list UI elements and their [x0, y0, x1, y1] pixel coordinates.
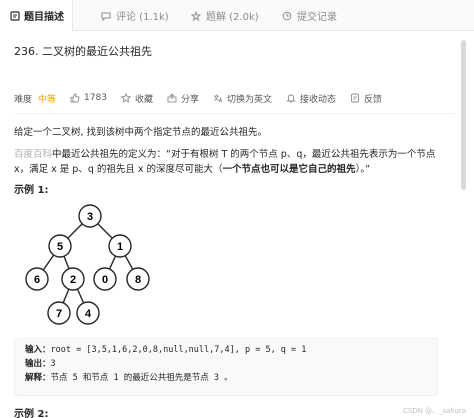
- share-icon: [167, 93, 177, 103]
- star-icon: [120, 93, 131, 103]
- share-label: 分享: [180, 94, 199, 105]
- output-value: 3: [50, 359, 56, 369]
- tree-node: 4: [76, 301, 100, 325]
- tree-node-label: 1: [117, 241, 123, 253]
- tab-label: 提交记录: [297, 12, 337, 23]
- description-icon: [10, 10, 20, 22]
- baike-link[interactable]: 百度百科: [14, 149, 52, 160]
- watermark: CSDN @、_sakura: [402, 407, 466, 415]
- explain-label: 解释：: [25, 373, 51, 383]
- difficulty-label: 难度: [14, 94, 33, 105]
- tree-node-label: 2: [70, 274, 76, 286]
- explain-value: 节点 5 和节点 1 的最近公共祖先是节点 3 。: [50, 373, 233, 383]
- solution-icon: [190, 10, 202, 22]
- example-1-code-block: 输入：root = [3,5,1,6,2,0,8,null,null,7,4],…: [14, 338, 438, 396]
- tab-label: 题解 (2.0k): [206, 12, 259, 23]
- example-1-heading: 示例 1:: [14, 185, 49, 196]
- tree-node: 8: [126, 267, 150, 291]
- translate-icon: [213, 93, 223, 103]
- collect-button[interactable]: 收藏: [120, 92, 153, 105]
- history-icon: [281, 10, 293, 22]
- tree-node-label: 6: [34, 274, 40, 286]
- tree-node: 1: [108, 234, 132, 258]
- description-paragraph-1: 给定一个二叉树, 找到该树中两个指定节点的最近公共祖先。: [14, 127, 268, 138]
- definition-text-end: ）。”: [355, 164, 370, 175]
- divider: [14, 113, 454, 114]
- tree-node-label: 0: [102, 274, 108, 286]
- description-paragraph-2: 百度百科中最近公共祖先的定义为：“对于有根树 T 的两个节点 p、q，最近公共祖…: [14, 147, 454, 162]
- collect-label: 收藏: [134, 94, 153, 105]
- tree-node: 6: [25, 267, 49, 291]
- binary-tree-diagram: 3 5 1 6 2 0 8 7 4: [25, 204, 150, 325]
- tab-solutions[interactable]: 题解 (2.0k): [190, 0, 259, 31]
- tab-submissions[interactable]: 提交记录: [281, 0, 337, 31]
- input-value: root = [3,5,1,6,2,0,8,null,null,7,4], p …: [50, 345, 307, 355]
- tree-node-label: 5: [57, 241, 63, 253]
- feedback-button[interactable]: 反馈: [350, 92, 382, 105]
- bell-icon: [286, 93, 296, 103]
- description-paragraph-3: x，满足 x 是 p、q 的祖先且 x 的深度尽可能大（一个节点也可以是它自己的…: [14, 162, 370, 177]
- like-count: 1783: [84, 93, 107, 103]
- problem-title: 236. 二叉树的最近公共祖先: [14, 45, 152, 58]
- tab-label: 评论 (1.1k): [116, 12, 169, 23]
- tree-node-label: 3: [87, 211, 93, 223]
- feedback-label: 反馈: [364, 94, 383, 105]
- example-output-line: 输出：3: [25, 357, 427, 371]
- tree-node: 2: [61, 267, 85, 291]
- input-label: 输入：: [25, 345, 51, 355]
- tree-edges: [36, 215, 139, 314]
- tab-comments[interactable]: 评论 (1.1k): [100, 0, 169, 31]
- switch-language-label: 切换为英文: [226, 94, 272, 105]
- example-explain-line: 解释：节点 5 和节点 1 的最近公共祖先是节点 3 。: [25, 371, 427, 385]
- notify-label: 接收动态: [299, 94, 336, 105]
- definition-text-cont: x，满足 x 是 p、q 的祖先且 x 的深度尽可能大（: [14, 164, 223, 175]
- tree-node: 0: [93, 267, 117, 291]
- tree-node-label: 7: [56, 308, 62, 320]
- tab-bar: 题目描述 评论 (1.1k) 题解 (2.0k) 提交记录: [0, 0, 474, 31]
- comment-icon: [100, 10, 112, 22]
- tab-label: 题目描述: [24, 12, 64, 23]
- like-button[interactable]: 1783: [70, 93, 107, 103]
- feedback-icon: [350, 93, 360, 103]
- thumbs-up-icon: [70, 93, 80, 103]
- difficulty-badge: 中等: [38, 94, 57, 105]
- tree-node-label: 4: [85, 308, 92, 320]
- output-label: 输出：: [25, 359, 51, 369]
- share-button[interactable]: 分享: [167, 92, 199, 105]
- example-2-heading: 示例 2:: [14, 409, 49, 418]
- notify-button[interactable]: 接收动态: [286, 92, 336, 105]
- tree-node: 3: [78, 204, 102, 228]
- tree-node: 5: [48, 234, 72, 258]
- example-input-line: 输入：root = [3,5,1,6,2,0,8,null,null,7,4],…: [25, 343, 427, 357]
- definition-text: 中最近公共祖先的定义为：“对于有根树 T 的两个节点 p、q，最近公共祖先表示为…: [52, 149, 436, 160]
- problem-meta-bar: 难度 中等 1783 收藏 分享 切换为英文 接收动态 反馈: [14, 91, 396, 105]
- tab-description[interactable]: 题目描述: [0, 0, 73, 31]
- scrollbar-thumb[interactable]: [461, 40, 466, 190]
- tree-node-label: 8: [135, 274, 141, 286]
- tree-node: 7: [47, 301, 71, 325]
- switch-language-button[interactable]: 切换为英文: [213, 92, 272, 105]
- definition-bold-text: 一个节点也可以是它自己的祖先: [222, 164, 356, 175]
